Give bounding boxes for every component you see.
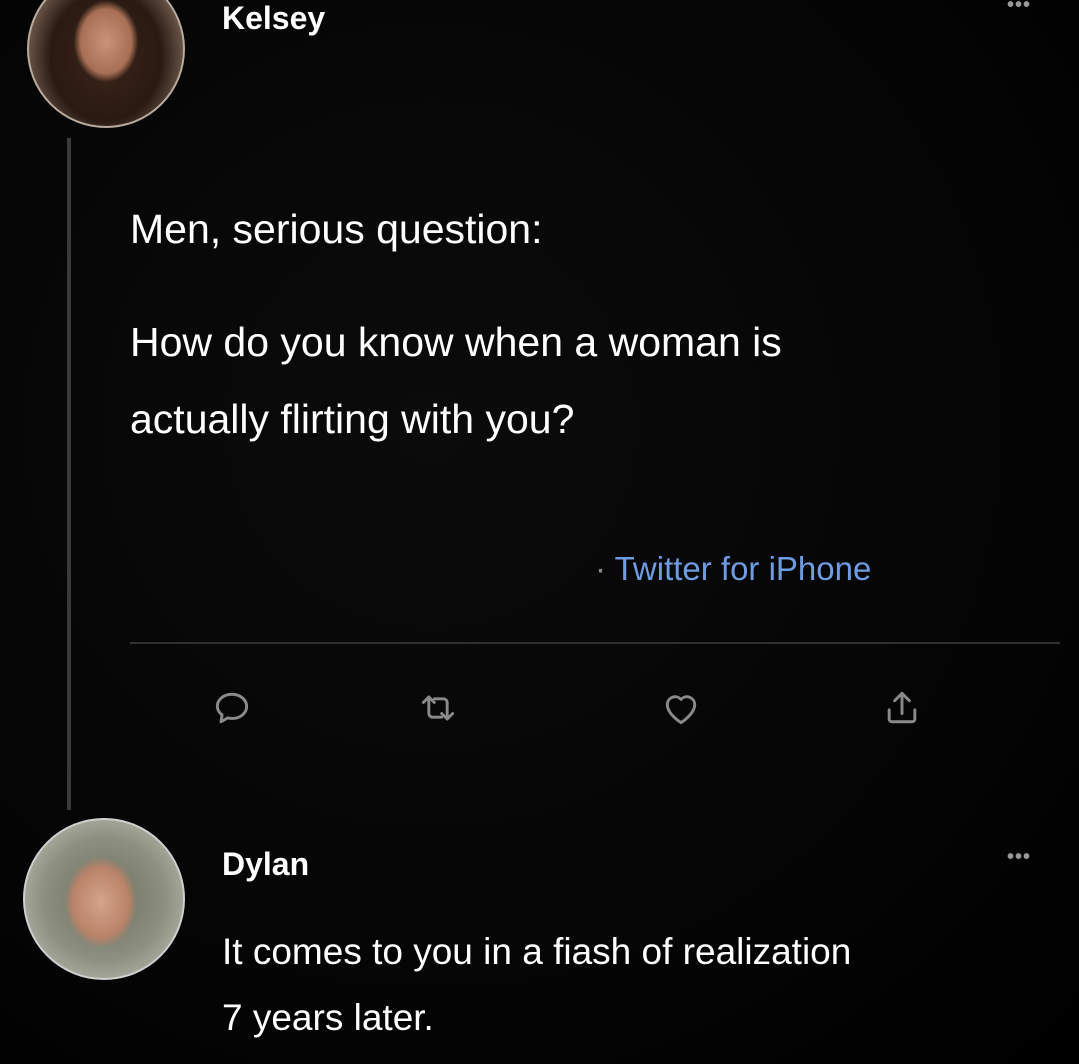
tweet-author-name[interactable]: Kelsey [222,0,325,37]
heart-icon [665,695,697,725]
speech-bubble-icon [215,692,249,724]
retweet-button[interactable] [416,686,460,730]
dylan-avatar[interactable] [23,818,185,980]
reply-text-line: 7 years later. [222,997,434,1038]
tweet-text-line: Men, serious question: [130,206,543,252]
kelsey-avatar[interactable] [27,0,185,128]
source-link[interactable]: Twitter for iPhone [615,550,872,587]
reply-button[interactable] [210,686,254,730]
share-icon [887,691,917,724]
source-separator: · [595,550,615,587]
thread-connector-line [67,138,71,810]
tweet-more-options-icon[interactable]: ••• [1007,0,1031,17]
like-button[interactable] [659,686,703,730]
reply-more-options-icon[interactable]: ••• [1007,846,1031,869]
tweet-thread-screenshot: Kelsey ••• Men, serious question: How do… [0,0,1079,1064]
reply-author-name[interactable]: Dylan [222,846,309,883]
retweet-icon [421,695,455,721]
tweet-divider [130,642,1060,644]
reply-text-line: It comes to you in a fiash of realizatio… [222,931,852,972]
tweet-text-line: actually flirting with you? [130,396,575,442]
share-button[interactable] [880,686,924,730]
tweet-text-line: How do you know when a woman is [130,319,782,365]
tweet-source: · Twitter for iPhone [595,550,871,588]
